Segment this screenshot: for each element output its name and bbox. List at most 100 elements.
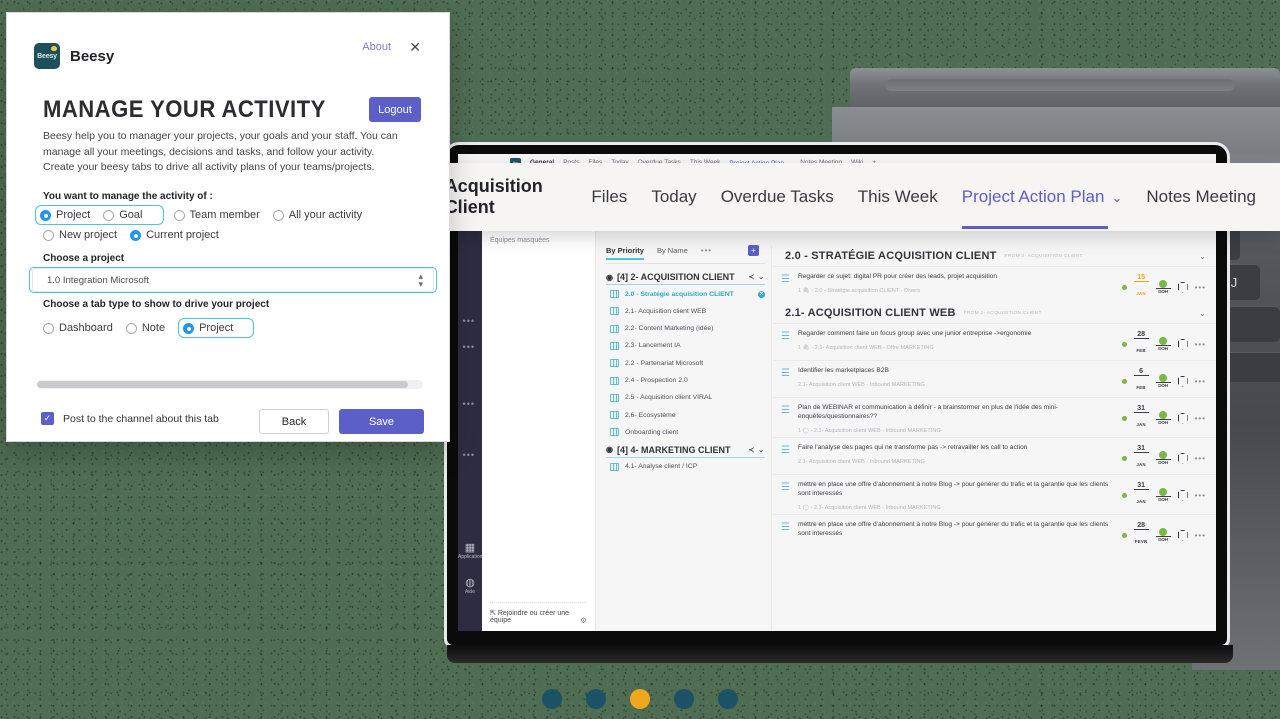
task-row-controls[interactable]: 31 JAN DOH ••• [1121,403,1206,431]
task-row[interactable]: ☰ mettre en place une offre d'abonnement … [773,514,1216,551]
row-more-icon[interactable]: ••• [1195,454,1206,463]
project-select-value-box[interactable]: 1.0 Integration Microsoft ▴ ▾ [32,268,434,292]
radio-note[interactable]: Note [125,322,165,334]
logout-button[interactable]: Logout [369,97,421,122]
status-hexagon-icon[interactable] [1177,529,1188,541]
tree-item[interactable]: 2.1- Acquisition client WEB [610,304,765,318]
row-more-icon[interactable]: ••• [1195,414,1206,423]
back-button[interactable]: Back [259,409,329,434]
due-date-badge[interactable]: 15 JAN [1133,274,1149,300]
task-row-controls[interactable]: 28 FEVR DOH ••• [1121,520,1206,548]
due-date-badge[interactable]: 6 FEB [1133,368,1149,394]
owner-avatar[interactable]: DOH [1155,337,1171,351]
row-more-icon[interactable]: ••• [1195,531,1206,540]
tree-item[interactable]: 4.1- Analyse client / ICP [610,460,765,474]
add-project-button[interactable]: + [748,245,759,256]
row-more-icon[interactable]: ••• [463,450,475,460]
tree-group-header[interactable]: ◉ [4] 2- ACQUISITION CLIENT ≺ ⌄ [606,270,765,285]
radio-project[interactable]: Project [183,322,233,334]
overlay-tab-notes-meeting[interactable]: Notes Meeting [1146,187,1256,207]
checkbox-checked-icon[interactable]: ✓ [41,412,54,425]
owner-avatar[interactable]: DOH [1155,488,1171,502]
row-more-icon[interactable]: ••• [1195,340,1206,349]
task-row-controls[interactable]: 6 FEB DOH ••• [1121,366,1206,394]
carousel-dots[interactable] [0,689,1280,709]
hidden-teams-label[interactable]: Équipes masquées [490,237,550,244]
overlay-tab-project-action-plan[interactable]: Project Action Plan ⌄ [961,187,1122,229]
project-mode-radio-group[interactable]: New project Current project [43,229,232,241]
gear-icon[interactable]: ⚙ [580,616,587,625]
teams-channel-list[interactable]: Beesy Marketing Communication ••• Généra… [482,172,596,631]
task-row-controls[interactable]: 15 JAN DOH ••• [1121,272,1206,300]
task-row[interactable]: ☰ Identifier les marketplaces B2B 2.1- Acq… [773,360,1216,397]
chevron-updown-icon[interactable]: ▴ ▾ [418,272,423,289]
project-tree-panel[interactable]: By Priority By Name ••• + ◉ [4] 2- ACQUIS… [600,245,772,631]
group-tools-icon[interactable]: ≺ ⌄ [748,446,765,454]
radio-all-your-activity[interactable]: All your activity [272,209,362,221]
due-date-badge[interactable]: 28 FEB [1133,331,1149,357]
tree-item[interactable]: 2.3- Lancement IA [610,339,765,353]
beesy-settings-dialog[interactable]: Beesy Beesy About ✕ MANAGE YOUR ACTIVITY… [6,12,474,460]
row-more-icon[interactable]: ••• [463,399,475,409]
tree-item[interactable]: 2.2- Content Marketing (idée) [610,322,765,336]
tree-item[interactable]: 2.6- Ecosystème [610,408,765,422]
owner-avatar[interactable]: DOH [1155,374,1171,388]
due-date-badge[interactable]: 31 JAN [1133,482,1149,508]
chevron-down-icon[interactable]: ⌄ [1111,190,1122,205]
status-hexagon-icon[interactable] [1177,412,1188,424]
tree-item[interactable]: 2.2 - Partenariat Microsoft [610,356,765,370]
row-more-icon[interactable]: ••• [1195,491,1206,500]
tree-item[interactable]: 2.0 - Stratégie acquisition CLIENT ✕ [610,287,765,301]
task-section-header[interactable]: 2.0 - STRATÉGIE ACQUISITION CLIENT FROM 2… [773,246,1216,266]
due-date-badge[interactable]: 31 JAN [1133,445,1149,471]
rail-item-applications[interactable]: ▦ Applications [458,542,485,560]
radio-new-project[interactable]: New project [43,229,117,241]
task-row-controls[interactable]: 28 FEB DOH ••• [1121,329,1206,357]
radio-dashboard[interactable]: Dashboard [43,322,113,334]
status-hexagon-icon[interactable] [1177,281,1188,293]
radio-goal[interactable]: Goal [103,209,143,221]
tree-sort-tabs[interactable]: By Priority By Name ••• + [606,245,765,264]
overlay-tab-today[interactable]: Today [651,187,696,207]
status-hexagon-icon[interactable] [1177,375,1188,387]
carousel-dot[interactable] [674,689,694,709]
overlay-tab-overdue-tasks[interactable]: Overdue Tasks [721,187,834,207]
activity-options-rest[interactable]: Team member All your activity [173,209,376,221]
chevron-down-icon[interactable]: ⌄ [1199,252,1206,261]
close-icon[interactable]: ✕ [409,39,421,56]
tree-item[interactable]: 2.4 - Prospection 2.0 [610,374,765,388]
horizontal-scrollbar[interactable] [37,380,423,389]
due-date-badge[interactable]: 28 FEVR [1133,522,1149,548]
row-more-icon[interactable]: ••• [463,342,475,352]
radio-current-project[interactable]: Current project [130,229,219,241]
tree-item[interactable]: 2.5 - Acquisition client VIRAL [610,391,765,405]
task-row[interactable]: ☰ Faire l'analyse des pages qui ne transf… [773,437,1216,474]
project-select[interactable]: 1.0 Integration Microsoft ▴ ▾ [29,267,437,293]
status-hexagon-icon[interactable] [1177,452,1188,464]
task-row[interactable]: ☰ Regarder ce sujet: digital PR pour crée… [773,266,1216,303]
post-to-channel-checkbox[interactable]: ✓ Post to the channel about this tab [41,412,219,425]
task-section-header[interactable]: 2.1- ACQUISITION CLIENT WEB FROM 2- ACQUI… [773,303,1216,323]
save-button[interactable]: Save [339,409,424,434]
tree-more-icon[interactable]: ••• [701,246,712,255]
task-row[interactable]: ☰ Plan de WEBINAR et communication à défi… [773,397,1216,437]
row-more-icon[interactable]: ••• [1195,283,1206,292]
overlay-tab-list[interactable]: Files Today Overdue Tasks This Week Project … [591,187,1280,229]
carousel-dot[interactable] [586,689,606,709]
status-hexagon-icon[interactable] [1177,338,1188,350]
status-hexagon-icon[interactable] [1177,489,1188,501]
tab-type-radio-group[interactable]: Dashboard Note Project [43,318,255,338]
task-list[interactable]: 2.0 - STRATÉGIE ACQUISITION CLIENT FROM 2… [773,246,1216,631]
overlay-tab-files[interactable]: Files [591,187,627,207]
tab-by-priority[interactable]: By Priority [606,246,644,260]
carousel-dot[interactable] [542,689,562,709]
carousel-dot[interactable] [718,689,738,709]
radio-team-member[interactable]: Team member [173,209,260,221]
task-row-controls[interactable]: 31 JAN DOH ••• [1121,443,1206,471]
tree-item[interactable]: Onboarding client [610,425,765,439]
overlay-tab-this-week[interactable]: This Week [858,187,938,207]
due-date-badge[interactable]: 31 JAN [1133,405,1149,431]
owner-avatar[interactable]: DOH [1155,411,1171,425]
join-or-create-team[interactable]: ⇱ Rejoindre ou créer une équipe [490,602,587,624]
overlay-navigation-bar[interactable]: Beesy Acquisition Client FilesTodayOverd… [402,163,1280,231]
